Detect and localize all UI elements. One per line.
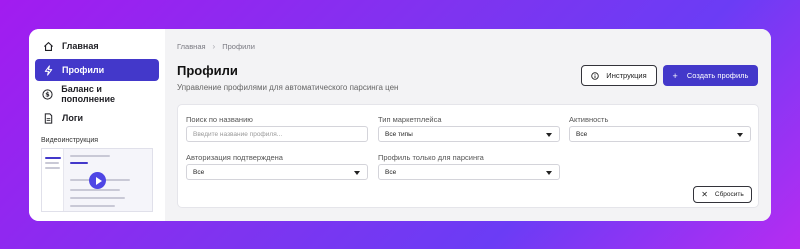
reset-button-label: Сбросить — [714, 191, 744, 198]
auth-label: Авторизация подтверждена — [186, 153, 283, 162]
filters-card: Поиск по названию Введите название профи… — [177, 104, 759, 208]
file-icon — [42, 112, 54, 124]
auth-select-value: Все — [193, 168, 205, 176]
parsing-only-label: Профиль только для парсинга — [378, 153, 484, 162]
parsing-only-select-value: Все — [385, 168, 397, 176]
instruction-button[interactable]: Инструкция — [581, 65, 657, 86]
instruction-button-label: Инструкция — [606, 71, 647, 80]
auth-select[interactable]: Все — [186, 164, 368, 180]
page-title: Профили — [177, 63, 238, 78]
activity-select-value: Все — [576, 130, 588, 138]
sidebar-item-profiles[interactable]: Профили — [35, 59, 159, 81]
breadcrumb-current: Профили — [222, 42, 255, 51]
chevron-right-icon: › — [212, 42, 216, 51]
thumbnail-line — [70, 155, 110, 157]
bolt-icon — [42, 64, 54, 76]
parsing-only-select[interactable]: Все — [378, 164, 560, 180]
thumbnail-line — [70, 197, 125, 199]
close-icon: ✕ — [701, 190, 708, 199]
create-profile-button[interactable]: + Создать профиль — [663, 65, 758, 86]
breadcrumb: Главная › Профили — [177, 42, 255, 51]
play-icon[interactable] — [89, 172, 106, 189]
sidebar-item-home[interactable]: Главная — [35, 35, 159, 57]
svg-text:$: $ — [45, 90, 50, 98]
sidebar-item-label: Профили — [62, 65, 105, 75]
chevron-down-icon — [546, 133, 552, 137]
thumbnail-line — [45, 167, 60, 169]
create-profile-button-label: Создать профиль — [686, 71, 749, 80]
page-subtitle: Управление профилями для автоматического… — [177, 83, 399, 92]
sidebar-item-label: Главная — [62, 41, 99, 51]
sidebar-item-label: Баланс и пополнение — [61, 84, 116, 104]
info-icon — [591, 71, 600, 80]
search-input[interactable]: Введите название профиля... — [186, 126, 368, 142]
chevron-down-icon — [546, 171, 552, 175]
sidebar-item-logs[interactable]: Логи — [35, 107, 159, 129]
sidebar: Главная Профили $ Баланс и пополнение Ло… — [29, 29, 165, 221]
dollar-icon: $ — [42, 88, 53, 100]
activity-label: Активность — [569, 115, 609, 124]
thumbnail-line — [70, 189, 120, 191]
home-icon — [42, 40, 54, 52]
marketplace-select[interactable]: Все типы — [378, 126, 560, 142]
breadcrumb-home[interactable]: Главная — [177, 42, 206, 51]
plus-icon: + — [672, 70, 678, 81]
activity-select[interactable]: Все — [569, 126, 751, 142]
marketplace-label: Тип маркетплейса — [378, 115, 442, 124]
video-instruction-title: Видеоинструкция — [41, 137, 99, 144]
sidebar-item-balance[interactable]: $ Баланс и пополнение — [35, 83, 159, 105]
reset-button[interactable]: ✕ Сбросить — [693, 186, 752, 203]
thumbnail-line — [45, 162, 59, 164]
thumbnail-line — [45, 157, 61, 159]
search-label: Поиск по названию — [186, 115, 253, 124]
thumbnail-line — [70, 205, 115, 207]
sidebar-item-label: Логи — [62, 113, 84, 123]
main-content: Главная › Профили Профили Управление про… — [165, 29, 771, 221]
chevron-down-icon — [354, 171, 360, 175]
thumbnail-line — [70, 162, 88, 164]
app-window: Главная Профили $ Баланс и пополнение Ло… — [29, 29, 771, 221]
marketplace-select-value: Все типы — [385, 130, 413, 138]
chevron-down-icon — [737, 133, 743, 137]
video-instruction-thumbnail[interactable] — [41, 148, 153, 212]
